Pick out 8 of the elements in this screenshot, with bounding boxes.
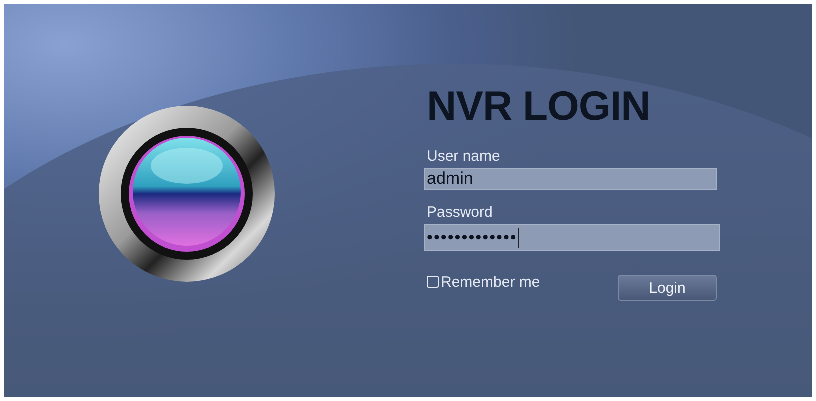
checkbox-icon[interactable] (427, 276, 439, 288)
field-label: User name (427, 148, 502, 166)
login-button[interactable]: Login (618, 275, 717, 301)
password-field[interactable]: ••••••••••••• (424, 224, 720, 251)
login-title: NVR LOGIN (427, 82, 652, 130)
camera-lens-icon (97, 104, 277, 284)
field-label: Password (427, 204, 494, 222)
username-field[interactable]: admin (424, 168, 717, 190)
